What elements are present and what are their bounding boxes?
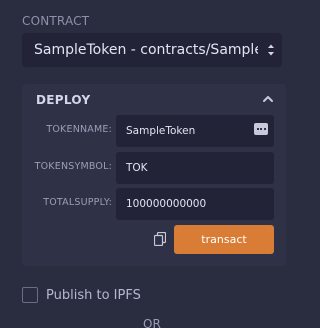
- up-down-caret-icon: [268, 44, 274, 56]
- tokensymbol-label: TOKENSYMBOL:: [34, 161, 112, 172]
- totalsupply-input[interactable]: 100000000000: [116, 188, 274, 220]
- transact-button[interactable]: transact: [174, 225, 274, 254]
- tokensymbol-row: TOKENSYMBOL: TOK: [22, 152, 286, 184]
- totalsupply-label: TOTALSUPPLY:: [43, 197, 112, 208]
- tokenname-value: SampleToken: [126, 125, 196, 137]
- contract-label: CONTRACT: [22, 14, 90, 28]
- publish-ipfs-checkbox[interactable]: [22, 287, 38, 303]
- publish-ipfs-row[interactable]: Publish to IPFS: [22, 286, 141, 304]
- keyboard-icon[interactable]: [254, 123, 268, 135]
- publish-ipfs-label[interactable]: Publish to IPFS: [46, 288, 141, 303]
- totalsupply-row: TOTALSUPPLY: 100000000000: [22, 188, 286, 220]
- deploy-section: DEPLOY TOKENNAME: SampleToken TOKENSYMBO…: [22, 84, 286, 266]
- tokenname-input[interactable]: SampleToken: [116, 115, 274, 147]
- chevron-up-icon[interactable]: [262, 94, 274, 104]
- totalsupply-value: 100000000000: [126, 198, 207, 210]
- tokensymbol-value: TOK: [126, 162, 148, 174]
- tokenname-label: TOKENNAME:: [46, 124, 112, 135]
- tokensymbol-input[interactable]: TOK: [116, 152, 274, 184]
- contract-select-value: SampleToken - contracts/SampleToken.sol: [34, 42, 258, 58]
- tokenname-row: TOKENNAME: SampleToken: [22, 115, 286, 147]
- or-divider: OR: [143, 317, 161, 328]
- contract-select[interactable]: SampleToken - contracts/SampleToken.sol: [22, 33, 282, 67]
- deploy-title: DEPLOY: [36, 93, 91, 107]
- copy-icon[interactable]: [154, 232, 166, 246]
- deploy-run-panel: CONTRACT SampleToken - contracts/SampleT…: [0, 0, 314, 328]
